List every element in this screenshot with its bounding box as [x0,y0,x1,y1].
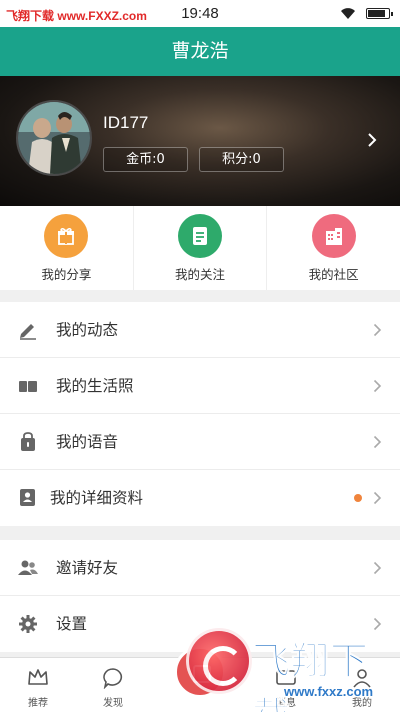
shortcut-bar: 我的分享 我的关注 我的社区 [0,206,400,290]
tab-recommend[interactable]: 推荐 [8,658,68,712]
user-id: ID177 [103,113,149,132]
menu-item-label: 邀请好友 [56,559,119,577]
chevron-right-icon [373,491,382,505]
gift-icon [44,214,89,258]
shortcut-label: 我的关注 [175,267,226,282]
menu-item-label: 我的语音 [56,433,119,451]
shortcut-my-follows[interactable]: 我的关注 [134,206,268,290]
pencil-icon [20,324,36,340]
profile-card[interactable]: ID177 金币:0 积分:0 [0,76,400,206]
battery-icon [366,8,393,19]
shortcut-label: 我的社区 [308,267,359,282]
menu-item-label: 我的动态 [56,321,119,339]
menu-item-my-voice[interactable]: 我的语音 [0,414,400,470]
notification-dot [354,494,362,502]
chevron-right-icon [373,435,382,449]
building-icon [311,214,356,258]
shortcut-my-shares[interactable]: 我的分享 [0,206,134,290]
watermark-url: www.fxxz.com [284,684,374,699]
chevron-right-icon[interactable] [366,132,378,148]
battery-level [368,10,386,17]
menu-item-invite-friends[interactable]: 邀请好友 [0,540,400,596]
menu-item-my-profile-details[interactable]: 我的详细资料 [0,470,400,526]
crown-icon [28,669,48,685]
tab-label: 发现 [103,698,123,709]
watermark-logo-icon [186,628,252,694]
chevron-right-icon [373,323,382,337]
shortcut-my-community[interactable]: 我的社区 [267,206,400,290]
avatar-image [18,102,90,174]
menu-item-my-posts[interactable]: 我的动态 [0,302,400,358]
gear-icon [19,615,37,633]
photo-album-icon [19,381,37,392]
document-icon [178,214,222,258]
status-bar: 飞翔下载 www.FXXZ.com 19:48 [0,0,400,27]
menu-item-label: 我的生活照 [56,377,134,395]
watermark-title: 飞翔下载 [252,641,370,712]
menu-item-my-photos[interactable]: 我的生活照 [0,358,400,414]
chat-bubble-icon [103,668,123,689]
avatar[interactable] [16,100,92,176]
menu-item-label: 我的详细资料 [50,489,144,507]
watermark-overlay: 飞翔下载 www.fxxz.com [186,624,400,712]
profile-card-icon [20,489,35,506]
voice-bag-icon [21,432,35,451]
points-badge[interactable]: 积分:0 [199,147,284,172]
coins-badge[interactable]: 金币:0 [103,147,188,172]
invite-friends-icon [18,560,38,575]
page-title: 曹龙浩 [0,27,400,76]
menu-item-label: 设置 [56,615,88,633]
tab-discover[interactable]: 发现 [83,658,143,712]
menu-group-1: 我的动态 我的生活照 我的语音 我的详细资料 [0,302,400,526]
chevron-right-icon [373,379,382,393]
tab-label: 推荐 [28,698,48,709]
wifi-icon [341,8,355,19]
chevron-right-icon [373,561,382,575]
shortcut-label: 我的分享 [41,267,92,282]
